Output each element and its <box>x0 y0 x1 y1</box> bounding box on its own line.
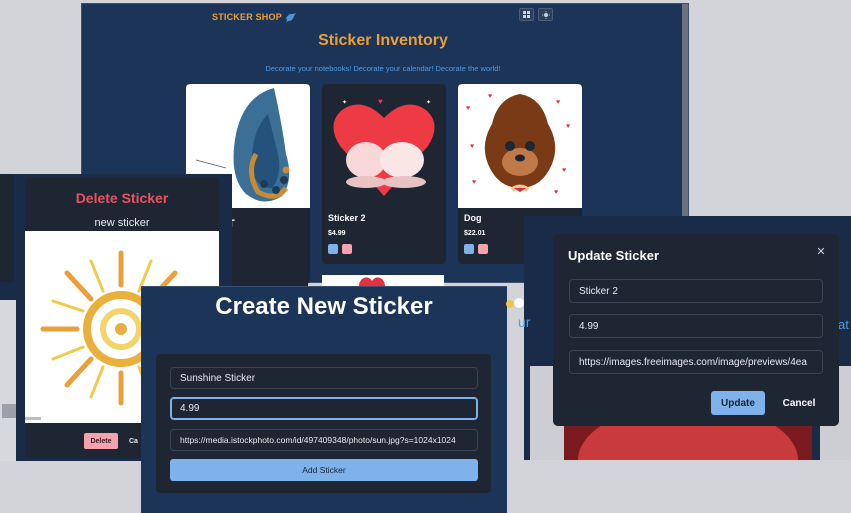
delete-modal-title: Delete Sticker <box>75 190 169 206</box>
page-subtitle: Decorate your notebooks! Decorate your c… <box>265 64 501 73</box>
url-field-value: https://images.freeimages.com/image/prev… <box>579 356 807 368</box>
sticker-name-field[interactable]: Sticker 2 <box>569 279 823 303</box>
create-sticker-form: Sunshine Sticker 4.99 https://media.isto… <box>156 354 491 493</box>
price-input[interactable]: 4.99 <box>170 397 478 420</box>
price-input-value: 4.99 <box>180 403 200 414</box>
sticker-card: ♥ ✦ ✦ Sticker 2 $4.99 <box>322 84 446 264</box>
svg-text:♥: ♥ <box>472 179 476 186</box>
svg-text:✦: ✦ <box>342 99 347 106</box>
brand-logo[interactable]: STICKER SHOP <box>212 10 297 24</box>
svg-text:♥: ♥ <box>562 167 566 174</box>
create-window: Create New Sticker Sunshine Sticker 4.99… <box>141 286 507 513</box>
update-button-label: Update <box>721 397 755 409</box>
grid-icon <box>523 11 530 18</box>
edit-button[interactable] <box>464 244 474 254</box>
update-window: at ✦ ✦ Update Sticker ✕ Sticker 2 4.99 h… <box>524 216 851 460</box>
brand-text: STICKER SHOP <box>212 12 282 22</box>
delete-sticker-name: new sticker <box>94 217 150 229</box>
grid-view-button[interactable] <box>519 8 534 21</box>
svg-text:♥: ♥ <box>466 105 470 112</box>
update-modal-title: Update Sticker <box>568 248 660 263</box>
sticker-name-input[interactable]: Sunshine Sticker <box>170 367 478 389</box>
name-input-value: Sunshine Sticker <box>180 372 256 384</box>
name-field-value: Sticker 2 <box>579 285 618 297</box>
image-url-input[interactable]: https://media.istockphoto.com/id/4974093… <box>170 429 478 451</box>
add-sticker-label: Add Sticker <box>302 465 346 475</box>
close-button[interactable]: ✕ <box>813 243 829 259</box>
svg-text:♥: ♥ <box>470 143 474 150</box>
delete-button[interactable] <box>478 244 488 254</box>
cancel-button-label: Ca <box>129 437 138 445</box>
edit-button[interactable] <box>328 244 338 254</box>
price-field[interactable]: 4.99 <box>569 314 823 338</box>
sticker-name: Sticker 2 <box>328 213 366 223</box>
url-input-value: https://media.istockphoto.com/id/4974093… <box>180 435 456 445</box>
price-field-value: 4.99 <box>579 320 599 332</box>
svg-text:♥: ♥ <box>488 93 492 100</box>
sticker-price: $4.99 <box>328 230 346 237</box>
scroll-tick <box>2 404 16 418</box>
sticker-image[interactable]: ♥ ♥ ♥ ♥ ♥ ♥ ♥ ♥ <box>458 84 582 208</box>
sticker-price: $22.01 <box>464 230 486 237</box>
page-title: Sticker Inventory <box>318 32 448 49</box>
bg-decoration <box>506 296 524 310</box>
theme-toggle-button[interactable] <box>538 8 553 21</box>
confirm-delete-button[interactable]: Delete <box>84 433 118 449</box>
svg-text:♥: ♥ <box>378 97 383 106</box>
sun-icon <box>541 10 550 19</box>
sticker-name: Dog <box>464 213 482 223</box>
delete-button-label: Delete <box>90 437 112 445</box>
sticker-image[interactable]: ♥ ✦ ✦ <box>322 84 446 208</box>
bg-partial-text: at <box>838 317 849 332</box>
add-sticker-button[interactable]: Add Sticker <box>170 459 478 481</box>
svg-text:♥: ♥ <box>566 123 570 130</box>
svg-text:♥: ♥ <box>554 189 558 196</box>
bird-icon <box>285 12 297 23</box>
image-url-field[interactable]: https://images.freeimages.com/image/prev… <box>569 350 823 374</box>
svg-text:✦: ✦ <box>426 99 431 106</box>
bubble-icon <box>506 298 524 308</box>
update-button[interactable]: Update <box>711 391 765 415</box>
dog-icon: ♥ ♥ ♥ ♥ ♥ ♥ ♥ ♥ <box>466 93 570 196</box>
create-modal-title: Create New Sticker <box>215 293 433 320</box>
update-sticker-modal: Update Sticker ✕ Sticker 2 4.99 https://… <box>553 234 839 426</box>
bg-partial-text: ur <box>518 314 531 330</box>
cancel-update-button[interactable]: Cancel <box>775 391 823 415</box>
svg-text:♥: ♥ <box>556 99 560 106</box>
window-edge <box>0 174 14 282</box>
delete-button[interactable] <box>342 244 352 254</box>
heart-cats-icon: ♥ ✦ ✦ <box>333 97 435 196</box>
close-icon: ✕ <box>816 245 826 258</box>
window-edge <box>0 300 16 461</box>
cancel-update-label: Cancel <box>782 397 816 409</box>
